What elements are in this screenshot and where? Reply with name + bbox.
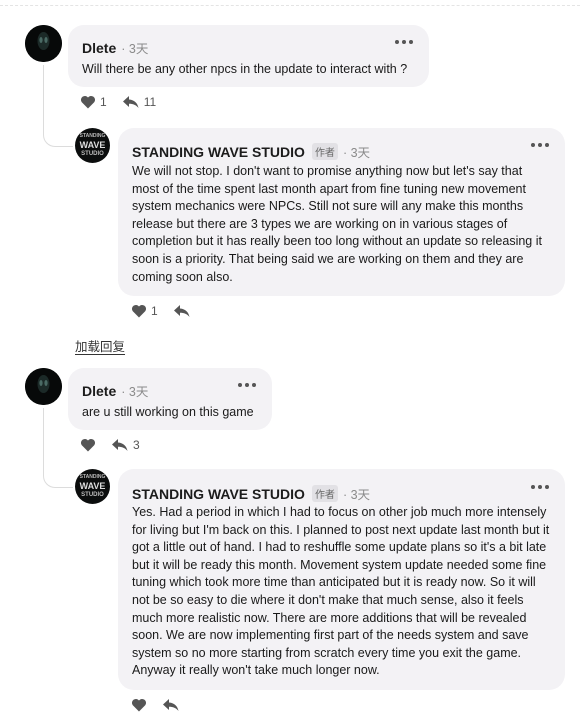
avatar[interactable] — [25, 25, 62, 62]
comment-bubble: Dlete · 3天 are u still working on this g… — [68, 368, 272, 430]
reply-arrow-icon — [112, 439, 128, 451]
heart-icon — [80, 438, 96, 452]
reply-count: 11 — [143, 95, 157, 109]
comment-author[interactable]: Dlete — [82, 383, 116, 399]
load-more-replies-link[interactable]: 加载回复 — [75, 336, 125, 355]
reply-button[interactable] — [173, 304, 191, 318]
like-button[interactable]: 1 — [80, 95, 107, 109]
comment-author[interactable]: STANDING WAVE STUDIO — [132, 486, 305, 502]
comment-author[interactable]: STANDING WAVE STUDIO — [132, 144, 305, 160]
like-button[interactable]: 1 — [131, 304, 158, 318]
comment-actions — [131, 698, 180, 712]
avatar[interactable]: STANDING WAVE STUDIO — [75, 128, 110, 163]
author-badge: 作者 — [311, 485, 338, 502]
reply-arrow-icon — [163, 699, 179, 711]
more-options-icon[interactable] — [531, 480, 549, 494]
reply-arrow-icon — [122, 96, 139, 108]
alien-avatar-icon — [25, 25, 62, 62]
more-options-icon[interactable] — [395, 35, 413, 49]
like-button[interactable] — [131, 698, 147, 712]
comment-bubble: Dlete · 3天 Will there be any other npcs … — [68, 25, 429, 87]
like-count: 1 — [100, 95, 107, 109]
comment-author[interactable]: Dlete — [82, 40, 116, 56]
more-options-icon[interactable] — [531, 138, 549, 152]
heart-icon — [131, 698, 147, 712]
comment-actions: 1 11 — [80, 95, 156, 109]
comment-time: · 3天 — [342, 488, 371, 502]
reply-count: 3 — [133, 438, 140, 452]
comment-actions: 1 — [131, 304, 191, 318]
like-button[interactable] — [80, 438, 96, 452]
studio-logo: STANDING WAVE STUDIO — [79, 474, 106, 498]
more-options-icon[interactable] — [238, 378, 256, 392]
heart-icon — [80, 95, 96, 109]
author-badge: 作者 — [311, 143, 338, 160]
reply-button[interactable]: 3 — [111, 438, 140, 452]
comment-bubble: STANDING WAVE STUDIO 作者 · 3天 Yes. Had a … — [118, 469, 565, 690]
studio-logo: STANDING WAVE STUDIO — [79, 133, 106, 157]
reply-button[interactable] — [162, 698, 180, 712]
avatar[interactable]: STANDING WAVE STUDIO — [75, 469, 110, 504]
reply-arrow-icon — [173, 305, 190, 317]
comment-text: We will not stop. I don't want to promis… — [132, 164, 542, 284]
top-divider — [0, 0, 580, 6]
comment-time: · 3天 — [342, 146, 371, 160]
comment-time: · 3天 — [121, 385, 149, 399]
comment-text: are u still working on this game — [82, 405, 254, 419]
comment-time: · 3天 — [121, 42, 149, 56]
comment-actions: 3 — [80, 438, 140, 452]
avatar[interactable] — [25, 368, 62, 405]
alien-avatar-icon — [25, 368, 62, 405]
comment-text: Yes. Had a period in which I had to focu… — [132, 505, 550, 678]
reply-button[interactable]: 11 — [122, 95, 156, 109]
comment-bubble: STANDING WAVE STUDIO 作者 · 3天 We will not… — [118, 128, 565, 296]
heart-icon — [131, 304, 147, 318]
comment-text: Will there be any other npcs in the upda… — [82, 62, 408, 76]
like-count: 1 — [151, 304, 158, 318]
